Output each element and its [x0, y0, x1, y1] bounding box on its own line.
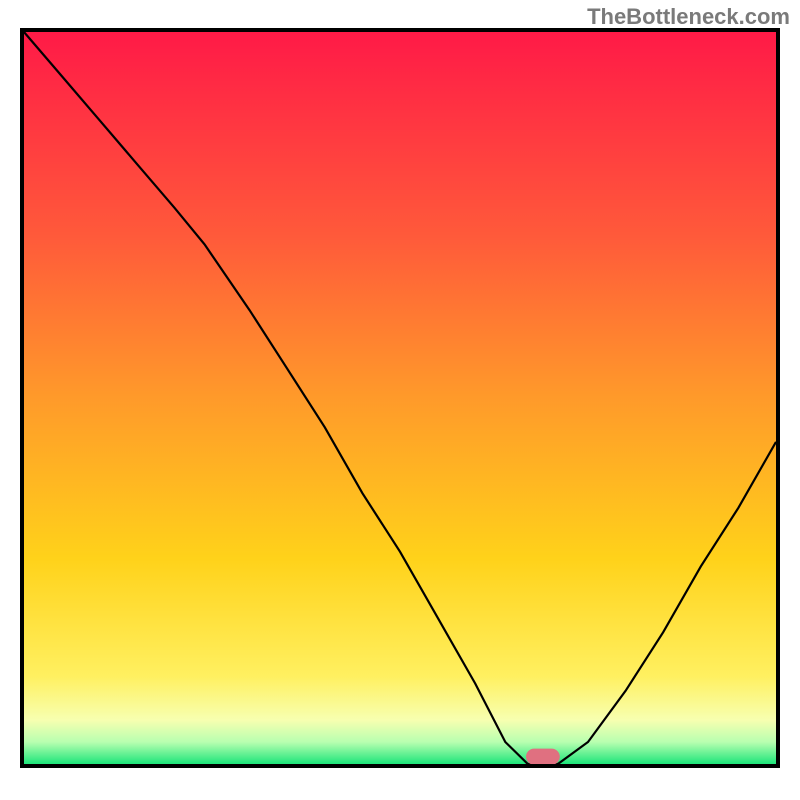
chart-container: TheBottleneck.com [0, 0, 800, 800]
gradient-bg [24, 32, 776, 764]
result-marker [526, 749, 560, 764]
plot-svg [24, 32, 776, 764]
plot-frame [20, 28, 780, 768]
watermark-text: TheBottleneck.com [587, 4, 790, 30]
